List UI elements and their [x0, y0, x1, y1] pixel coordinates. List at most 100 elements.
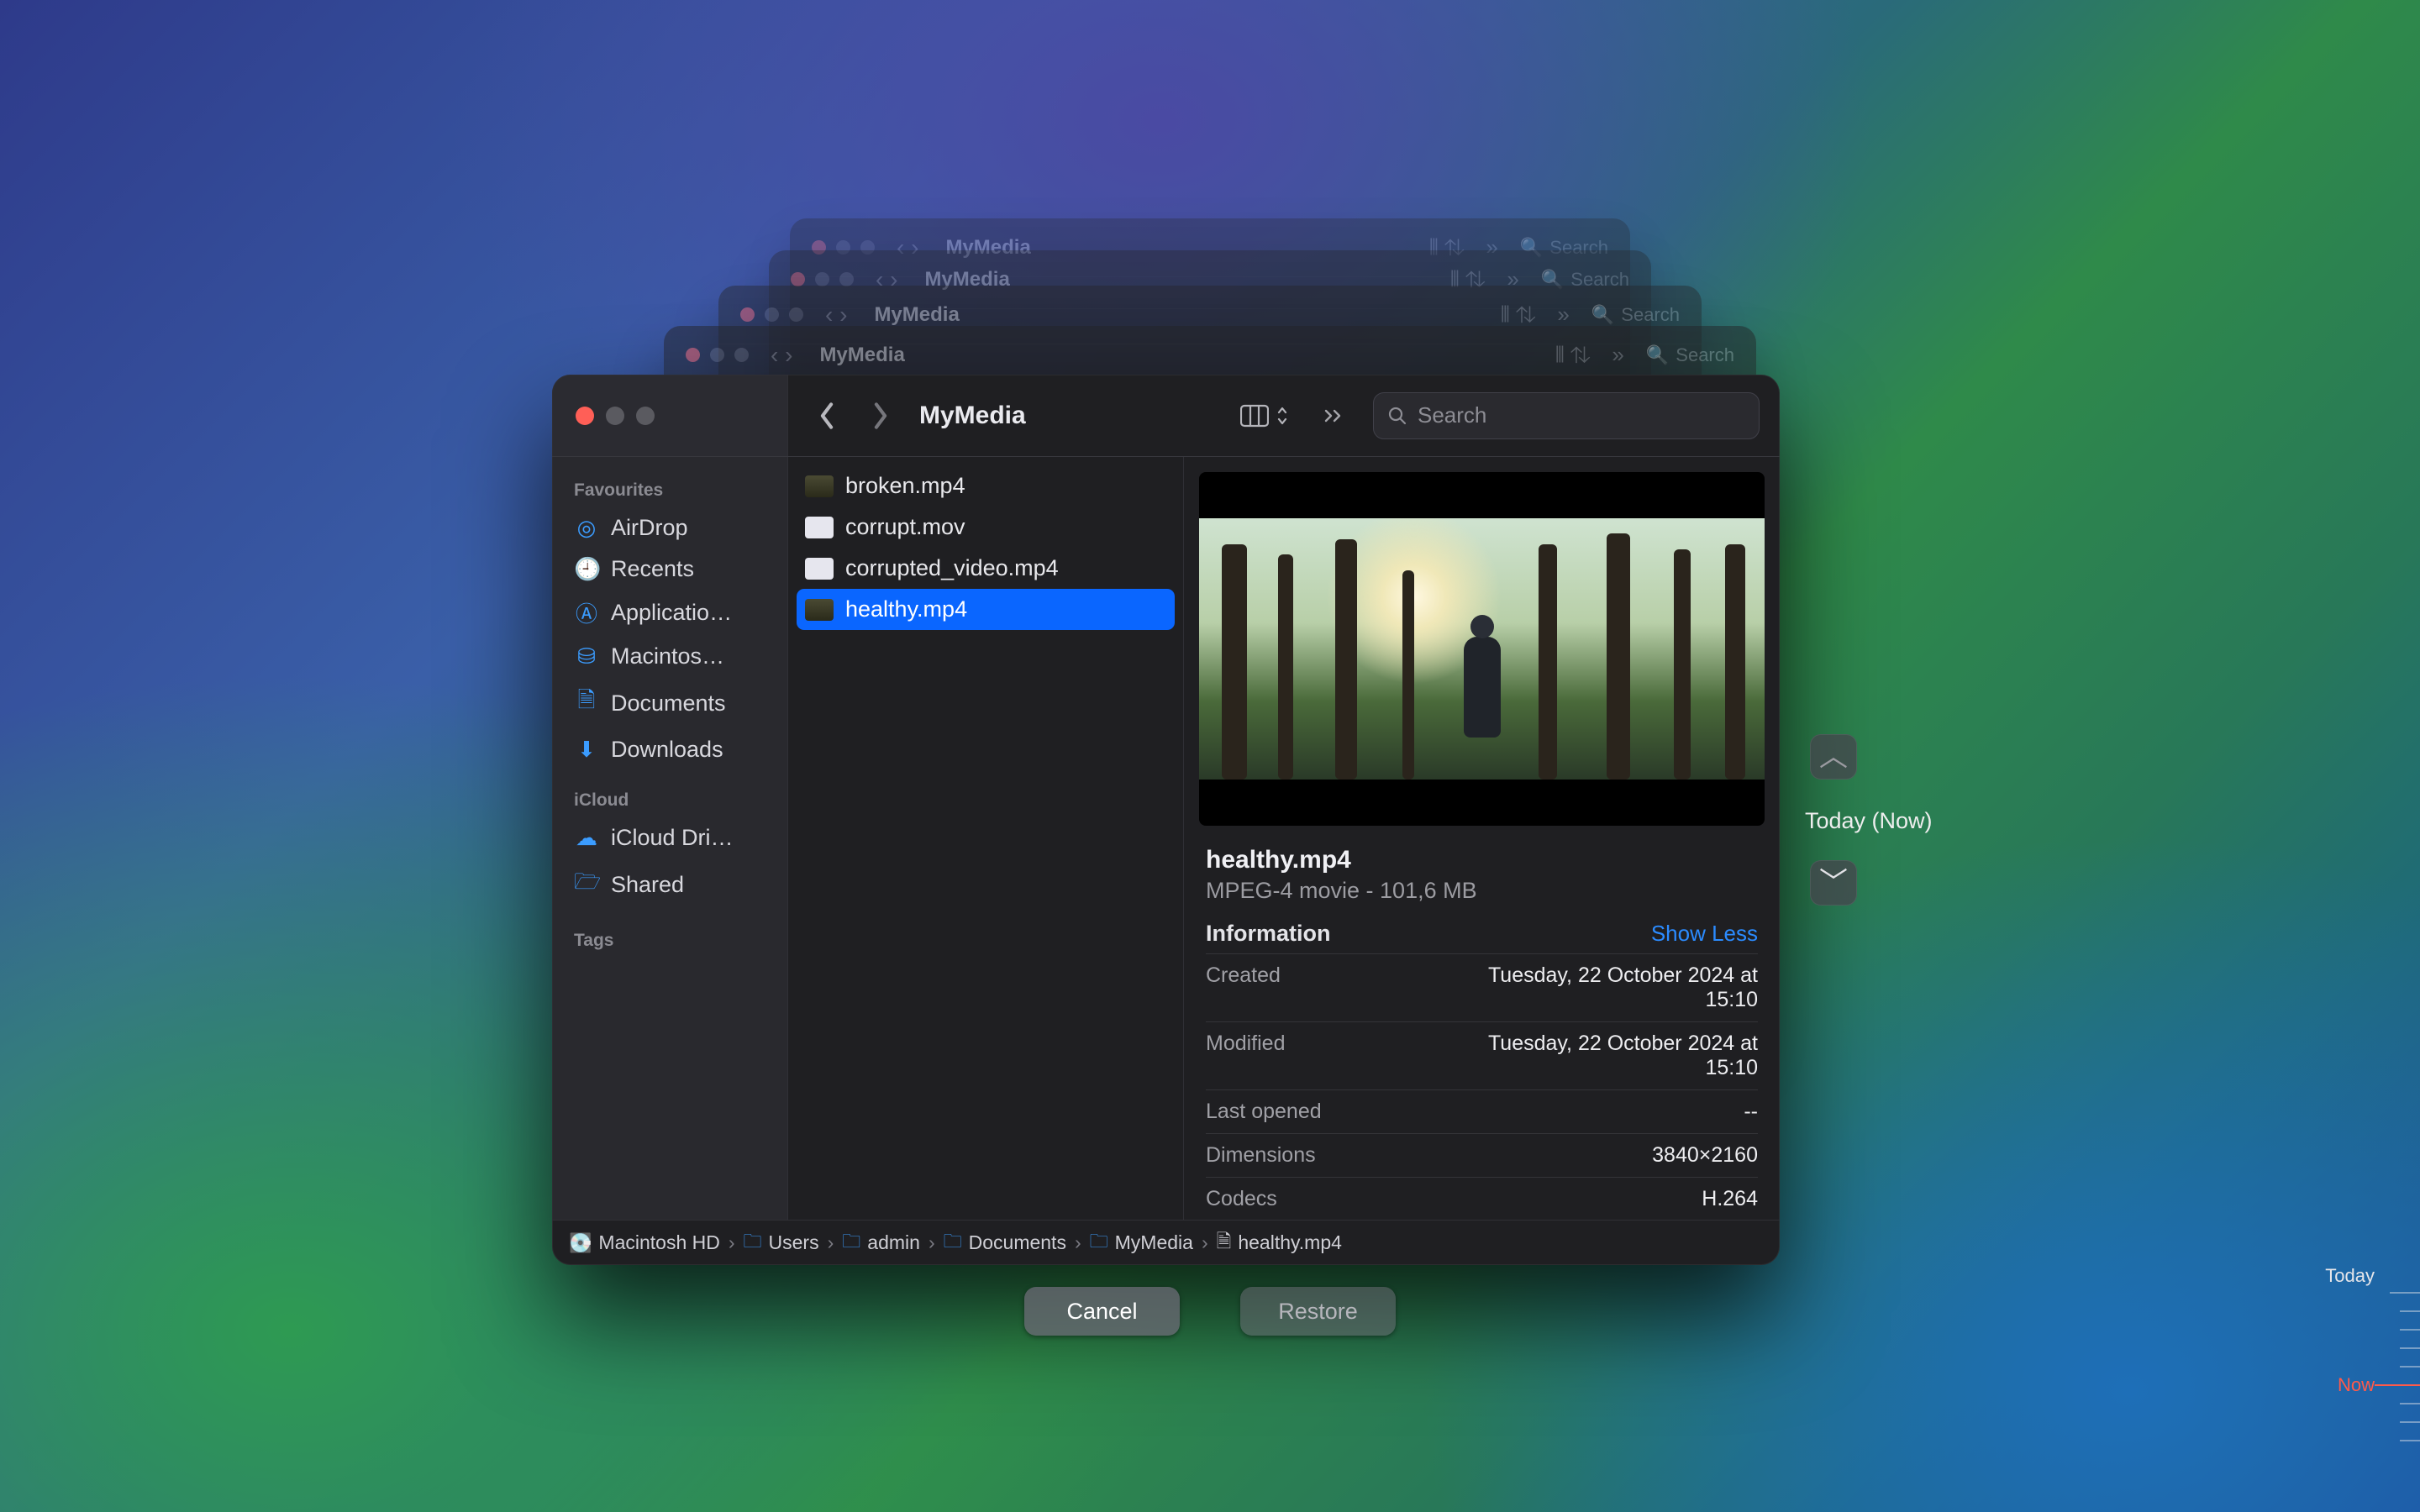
sidebar-item-downloads[interactable]: ⬇︎ Downloads: [564, 729, 776, 770]
button-label: Restore: [1278, 1299, 1358, 1325]
sidebar-item-label: Recents: [611, 556, 694, 582]
file-row[interactable]: broken.mp4: [788, 465, 1183, 507]
file-list: broken.mp4 corrupt.mov corrupted_video.m…: [788, 457, 1184, 1220]
chevron-updown-icon: [1276, 405, 1289, 427]
meta-key: Modified: [1206, 1032, 1455, 1080]
path-label: MyMedia: [1115, 1231, 1193, 1254]
path-item[interactable]: 🗀 Documents: [944, 1227, 1066, 1259]
file-row-label: broken.mp4: [845, 473, 965, 499]
finder-window: MyMedia Favourites ◎AirDrop 🕘Rec: [552, 375, 1780, 1265]
path-item[interactable]: 💽 Macintosh HD: [569, 1231, 720, 1254]
sidebar-item-label: Documents: [611, 690, 726, 717]
meta-key: Created: [1206, 963, 1455, 1012]
path-item[interactable]: 🗀 Users: [744, 1227, 819, 1259]
file-icon: 🗎: [1217, 1227, 1232, 1259]
meta-key: Last opened: [1206, 1100, 1455, 1124]
tm-next-button[interactable]: ﹀: [1810, 860, 1857, 906]
sidebar-item-label: AirDrop: [611, 515, 688, 541]
toolbar: MyMedia: [552, 375, 1780, 457]
person-silhouette: [1464, 637, 1501, 738]
file-row[interactable]: corrupted_video.mp4: [788, 548, 1183, 589]
sidebar-item-label: Shared: [611, 872, 684, 898]
shared-icon: 🗁: [574, 866, 599, 903]
meta-value: Tuesday, 22 October 2024 at 15:10: [1455, 1032, 1758, 1080]
sidebar-item-recents[interactable]: 🕘 Recents: [564, 549, 776, 590]
restore-button[interactable]: Restore: [1240, 1287, 1396, 1336]
sidebar-item-macintosh-hd[interactable]: ⛁ Macintos…: [564, 636, 776, 677]
folder-icon: 🗀: [944, 1227, 962, 1259]
traffic-zoom[interactable]: [636, 407, 655, 425]
file-row-label: corrupted_video.mp4: [845, 555, 1059, 581]
sidebar-section-tags: Tags: [564, 922, 776, 958]
hdd-icon: 💽: [569, 1232, 592, 1254]
app-icon: Ⓐ: [574, 597, 599, 628]
drive-icon: ⛁: [574, 643, 599, 669]
path-bar: 💽Macintosh HD› 🗀Users› 🗀admin› 🗀Document…: [552, 1220, 1780, 1265]
traffic-minimize[interactable]: [606, 407, 624, 425]
traffic-close[interactable]: [576, 407, 594, 425]
sidebar-item-label: iCloud Dri…: [611, 825, 734, 851]
path-label: Users: [769, 1231, 819, 1254]
file-row-selected[interactable]: healthy.mp4: [797, 589, 1175, 630]
path-label: Macintosh HD: [598, 1231, 719, 1254]
meta-key: Codecs: [1206, 1187, 1455, 1211]
meta-value: 3840×2160: [1455, 1143, 1758, 1168]
clock-icon: 🕘: [574, 556, 599, 582]
sidebar-item-applications[interactable]: Ⓐ Applicatio…: [564, 590, 776, 636]
cloud-icon: ☁︎: [574, 825, 599, 851]
sidebar-item-icloud-drive[interactable]: ☁︎ iCloud Dri…: [564, 817, 776, 858]
path-item[interactable]: 🗀 admin: [842, 1227, 920, 1259]
path-item[interactable]: 🗀 MyMedia: [1090, 1227, 1193, 1259]
doc-icon: 🗎: [574, 685, 599, 722]
sidebar-item-airdrop[interactable]: ◎ AirDrop: [564, 507, 776, 549]
sidebar-item-documents[interactable]: 🗎 Documents: [564, 677, 776, 729]
video-thumb-icon: [805, 599, 834, 621]
meta-value: Tuesday, 22 October 2024 at 15:10: [1455, 963, 1758, 1012]
meta-value: H.264: [1455, 1187, 1758, 1211]
search-input[interactable]: [1418, 402, 1745, 428]
path-label: Documents: [969, 1231, 1066, 1254]
sidebar-item-label: Applicatio…: [611, 600, 732, 626]
metadata-table: CreatedTuesday, 22 October 2024 at 15:10…: [1206, 953, 1758, 1220]
search-field[interactable]: [1373, 392, 1760, 439]
view-mode-button[interactable]: [1232, 399, 1297, 433]
path-item[interactable]: 🗎 healthy.mp4: [1217, 1227, 1342, 1259]
sidebar-section-favourites: Favourites: [564, 472, 776, 507]
more-button[interactable]: [1314, 402, 1356, 429]
info-section-label: Information: [1206, 921, 1331, 947]
folder-icon: 🗀: [842, 1227, 860, 1259]
path-label: admin: [867, 1231, 920, 1254]
tm-timeline[interactable]: Today Now: [2302, 1218, 2420, 1478]
tm-current-label: Today (Now): [1805, 808, 1933, 834]
tm-prev-button[interactable]: ︿: [1810, 734, 1857, 780]
file-row-label: healthy.mp4: [845, 596, 967, 622]
search-icon: [1387, 406, 1407, 426]
forward-button[interactable]: [862, 397, 899, 434]
sidebar-section-icloud: iCloud: [564, 782, 776, 817]
file-thumb-icon: [805, 517, 834, 538]
preview-subtitle: MPEG-4 movie - 101,6 MB: [1206, 878, 1758, 904]
preview-pane: healthy.mp4 MPEG-4 movie - 101,6 MB Info…: [1184, 457, 1780, 1220]
video-preview[interactable]: [1199, 472, 1765, 826]
button-label: Cancel: [1066, 1299, 1137, 1325]
video-thumb-icon: [805, 475, 834, 497]
sidebar-item-label: Macintos…: [611, 643, 724, 669]
back-button[interactable]: [808, 397, 845, 434]
airdrop-icon: ◎: [574, 515, 599, 541]
folder-icon: 🗀: [1090, 1227, 1108, 1259]
sidebar-item-shared[interactable]: 🗁 Shared: [564, 858, 776, 911]
column-view-icon: [1240, 404, 1269, 428]
folder-icon: 🗀: [744, 1227, 762, 1259]
sidebar-item-label: Downloads: [611, 737, 723, 763]
chevron-up-icon: ︿: [1819, 743, 1848, 771]
sidebar: Favourites ◎ AirDrop 🕘 Recents Ⓐ Applicatio…: [552, 457, 788, 1220]
show-less-button[interactable]: Show Less: [1651, 921, 1758, 947]
meta-key: Dimensions: [1206, 1143, 1455, 1168]
chevron-down-icon: ﹀: [1819, 869, 1848, 897]
file-thumb-icon: [805, 558, 834, 580]
cancel-button[interactable]: Cancel: [1024, 1287, 1180, 1336]
timeline-label-now: Now: [2338, 1374, 2375, 1396]
path-label: healthy.mp4: [1238, 1231, 1342, 1254]
download-icon: ⬇︎: [574, 737, 599, 763]
file-row[interactable]: corrupt.mov: [788, 507, 1183, 548]
